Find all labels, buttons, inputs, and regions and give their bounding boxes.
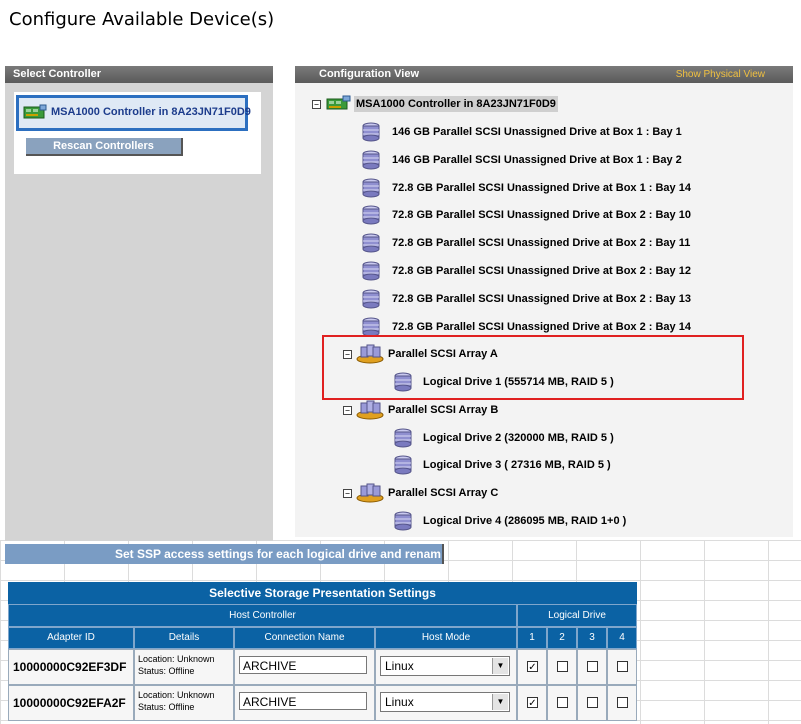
configuration-view-title: Configuration View bbox=[319, 68, 420, 80]
collapse-root-toggle[interactable]: − bbox=[312, 100, 321, 109]
page-title: Configure Available Device(s) bbox=[9, 9, 275, 30]
status-text: Status: Offline bbox=[138, 702, 195, 712]
drive-column-header: 3 bbox=[577, 627, 607, 649]
drive-access-checkbox[interactable] bbox=[617, 697, 628, 708]
array-label: Parallel SCSI Array C bbox=[388, 486, 499, 499]
connection-name-header: Connection Name bbox=[234, 627, 375, 649]
drive-access-checkbox[interactable]: ✓ bbox=[527, 661, 538, 673]
adapter-id-cell: 10000000C92EFA2F bbox=[8, 685, 134, 721]
logical-drive-label: Logical Drive 2 (320000 MB, RAID 5 ) bbox=[423, 431, 614, 444]
controller-label: MSA1000 Controller in 8A23JN71F0D9 bbox=[51, 106, 251, 118]
host-mode-value: Linux bbox=[385, 695, 414, 709]
connection-cell: ARCHIVE bbox=[234, 685, 375, 721]
host-controller-header: Host Controller bbox=[8, 604, 517, 627]
host-mode-cell: Linux ▼ bbox=[375, 685, 517, 721]
ssp-banner: Set SSP access settings for each logical… bbox=[5, 544, 444, 564]
drive-access-cell: ✓ bbox=[517, 685, 547, 721]
drive-access-cell bbox=[607, 649, 637, 685]
drive-access-cell bbox=[577, 685, 607, 721]
disk-icon bbox=[360, 205, 382, 232]
logical-drive-label: Logical Drive 4 (286095 MB, RAID 1+0 ) bbox=[423, 514, 627, 527]
disk-icon bbox=[360, 261, 382, 288]
adapter-id-header: Adapter ID bbox=[8, 627, 134, 649]
unassigned-drive-label: 72.8 GB Parallel SCSI Unassigned Drive a… bbox=[392, 237, 691, 250]
collapse-array-toggle[interactable]: − bbox=[343, 488, 352, 498]
drive-column-header: 2 bbox=[547, 627, 577, 649]
logical-drive-header: Logical Drive bbox=[517, 604, 637, 627]
drive-column-header: 1 bbox=[517, 627, 547, 649]
drive-access-cell bbox=[577, 649, 607, 685]
tree-controller-label: MSA1000 Controller in 8A23JN71F0D9 bbox=[354, 96, 558, 112]
logical-drive-label: Logical Drive 3 ( 27316 MB, RAID 5 ) bbox=[423, 459, 611, 471]
controller-item[interactable]: MSA1000 Controller in 8A23JN71F0D9 bbox=[16, 95, 251, 131]
unassigned-drive-label: 72.8 GB Parallel SCSI Unassigned Drive a… bbox=[392, 181, 691, 194]
controller-list: MSA1000 Controller in 8A23JN71F0D9 Resca… bbox=[14, 92, 261, 174]
location-text: Location: Unknown bbox=[138, 690, 215, 700]
host-mode-header: Host Mode bbox=[375, 627, 517, 649]
details-cell: Location: Unknown Status: Offline bbox=[134, 685, 234, 721]
unassigned-drive-label: 72.8 GB Parallel SCSI Unassigned Drive a… bbox=[392, 292, 691, 305]
drive-access-checkbox[interactable] bbox=[617, 661, 628, 672]
unassigned-drive-label: 72.8 GB Parallel SCSI Unassigned Drive a… bbox=[392, 320, 691, 333]
drive-access-checkbox[interactable] bbox=[557, 697, 568, 708]
drive-access-cell bbox=[547, 685, 577, 721]
adapter-id-cell: 10000000C92EF3DF bbox=[8, 649, 134, 685]
controller-icon bbox=[325, 94, 351, 119]
rescan-controllers-button[interactable]: Rescan Controllers bbox=[26, 138, 183, 156]
host-mode-cell: Linux ▼ bbox=[375, 649, 517, 685]
array-icon bbox=[355, 400, 385, 427]
disk-icon bbox=[360, 122, 382, 149]
connection-name-input[interactable]: ARCHIVE bbox=[239, 692, 367, 710]
disk-icon bbox=[360, 233, 382, 260]
controller-icon bbox=[23, 103, 47, 126]
unassigned-drive-label: 146 GB Parallel SCSI Unassigned Drive at… bbox=[392, 153, 682, 166]
configuration-view-panel: Configuration View Show Physical View − M… bbox=[295, 66, 793, 537]
drive-access-cell bbox=[607, 685, 637, 721]
drive-access-checkbox[interactable]: ✓ bbox=[527, 697, 538, 709]
host-mode-select[interactable]: Linux ▼ bbox=[380, 656, 510, 676]
host-mode-value: Linux bbox=[385, 659, 414, 673]
disk-icon bbox=[392, 428, 414, 455]
drive-column-header: 4 bbox=[607, 627, 637, 649]
chevron-down-icon: ▼ bbox=[492, 658, 508, 674]
drive-access-checkbox[interactable] bbox=[587, 661, 598, 672]
configuration-view-header: Configuration View Show Physical View bbox=[295, 66, 793, 83]
select-controller-panel: Select Controller MSA1000 Controller in … bbox=[5, 66, 273, 541]
ssp-table: Selective Storage Presentation Settings … bbox=[8, 582, 637, 724]
drive-access-cell: ✓ bbox=[517, 649, 547, 685]
unassigned-drive-label: 72.8 GB Parallel SCSI Unassigned Drive a… bbox=[392, 209, 691, 222]
drive-access-cell bbox=[547, 649, 577, 685]
highlight-box bbox=[322, 335, 744, 400]
drive-access-checkbox[interactable] bbox=[587, 697, 598, 708]
details-cell: Location: Unknown Status: Offline bbox=[134, 649, 234, 685]
host-mode-select[interactable]: Linux ▼ bbox=[380, 692, 510, 712]
connection-cell: ARCHIVE bbox=[234, 649, 375, 685]
disk-icon bbox=[392, 511, 414, 538]
disk-icon bbox=[392, 455, 414, 482]
ssp-table-title: Selective Storage Presentation Settings bbox=[8, 582, 637, 604]
status-text: Status: Offline bbox=[138, 666, 195, 676]
array-icon bbox=[355, 483, 385, 510]
drive-access-checkbox[interactable] bbox=[557, 661, 568, 672]
details-header: Details bbox=[134, 627, 234, 649]
unassigned-drive-label: 146 GB Parallel SCSI Unassigned Drive at… bbox=[392, 126, 682, 138]
disk-icon bbox=[360, 178, 382, 205]
location-text: Location: Unknown bbox=[138, 654, 215, 664]
show-physical-view-link[interactable]: Show Physical View bbox=[676, 66, 765, 83]
chevron-down-icon: ▼ bbox=[492, 694, 508, 710]
unassigned-drive-label: 72.8 GB Parallel SCSI Unassigned Drive a… bbox=[392, 265, 691, 277]
disk-icon bbox=[360, 150, 382, 177]
disk-icon bbox=[360, 289, 382, 316]
collapse-array-toggle[interactable]: − bbox=[343, 405, 352, 415]
connection-name-input[interactable]: ARCHIVE bbox=[239, 656, 367, 674]
array-label: Parallel SCSI Array B bbox=[388, 403, 499, 416]
select-controller-header: Select Controller bbox=[5, 66, 273, 83]
